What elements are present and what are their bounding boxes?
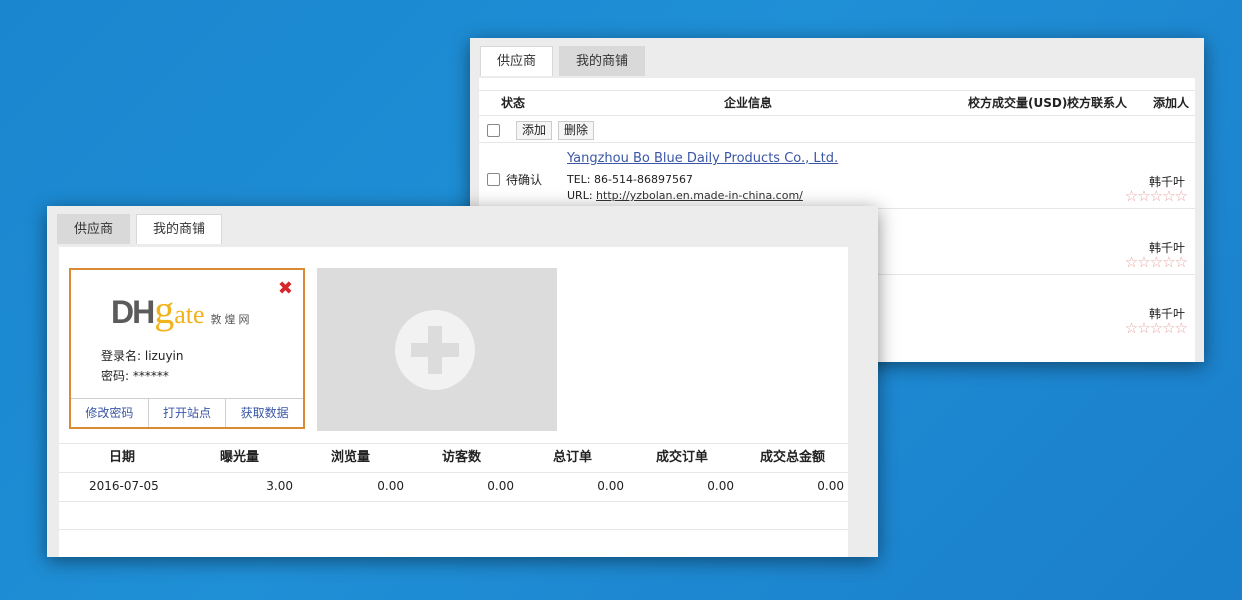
col-status: 状态 — [501, 96, 526, 110]
row-status: 待确认 — [487, 171, 542, 188]
col-company-info: 企业信息 — [724, 96, 773, 110]
logo-g: g — [154, 287, 175, 332]
url-label: URL: — [567, 189, 593, 202]
tab-supplier[interactable]: 供应商 — [57, 214, 131, 244]
company-tel: TEL: 86-514-86897567 — [567, 173, 693, 186]
close-icon[interactable]: ✖ — [278, 278, 293, 299]
plus-icon — [395, 310, 475, 390]
tab-bar: 供应商 我的商铺 — [470, 38, 1204, 78]
empty-row — [59, 501, 848, 530]
tab-my-shop[interactable]: 我的商铺 — [136, 214, 223, 244]
cell-deal-orders: 0.00 — [707, 479, 734, 493]
password-label: 密码: — [101, 369, 130, 383]
col-deal-amount: 成交总金额 — [760, 450, 826, 465]
rating-stars[interactable]: ☆☆☆☆☆ — [1125, 253, 1188, 271]
my-shop-window: 供应商 我的商铺 DH g ate 敦煌网 ✖ 登录名: lizuyin 密码:… — [47, 206, 878, 557]
cell-views: 0.00 — [377, 479, 404, 493]
col-adder: 添加人 — [1153, 96, 1190, 110]
fetch-data-button[interactable]: 获取数据 — [226, 399, 303, 427]
table-row: 2016-07-05 3.00 0.00 0.00 0.00 0.00 0.00 — [59, 473, 848, 502]
add-shop-tile[interactable] — [317, 268, 557, 431]
logo-cn: 敦煌网 — [210, 313, 253, 326]
tel-label: TEL: — [567, 173, 591, 186]
logo-dh: DH — [111, 294, 155, 330]
cell-exposure: 3.00 — [266, 479, 293, 493]
col-date: 日期 — [109, 450, 136, 465]
rating-stars[interactable]: ☆☆☆☆☆ — [1125, 187, 1188, 205]
table-header: 状态 企业信息 校方成交量(USD) 校方联系人 添加人 — [479, 90, 1195, 116]
dhgate-logo: DH g ate 敦煌网 — [111, 286, 253, 333]
table-row: 待确认 Yangzhou Bo Blue Daily Products Co.,… — [479, 142, 1195, 209]
add-button[interactable]: 添加 — [516, 120, 553, 140]
company-url: URL: http://yzbolan.en.made-in-china.com… — [567, 189, 803, 202]
password-value: ****** — [132, 369, 169, 383]
shop-panel: DH g ate 敦煌网 ✖ 登录名: lizuyin 密码: ****** 修… — [59, 247, 848, 557]
company-name-link[interactable]: Yangzhou Bo Blue Daily Products Co., Ltd… — [567, 151, 838, 166]
tab-my-shop[interactable]: 我的商铺 — [559, 46, 646, 76]
col-total-orders: 总订单 — [553, 450, 593, 465]
open-site-button[interactable]: 打开站点 — [149, 399, 227, 427]
tel-value: 86-514-86897567 — [594, 173, 693, 186]
login-label: 登录名: — [101, 349, 142, 363]
col-visitors: 访客数 — [442, 450, 482, 465]
cell-deal-amount: 0.00 — [817, 479, 844, 493]
cell-visitors: 0.00 — [487, 479, 514, 493]
row-checkbox[interactable] — [487, 173, 500, 186]
status-text: 待确认 — [506, 173, 543, 187]
col-volume: 校方成交量(USD) — [968, 96, 1068, 110]
action-bar: 添加 删除 — [487, 120, 595, 140]
shop-account-card: DH g ate 敦煌网 ✖ 登录名: lizuyin 密码: ****** 修… — [69, 268, 305, 429]
login-value: lizuyin — [144, 349, 184, 363]
card-actions: 修改密码 打开站点 获取数据 — [71, 398, 303, 427]
change-password-button[interactable]: 修改密码 — [71, 399, 149, 427]
col-deal-orders: 成交订单 — [656, 450, 709, 465]
login-name-line: 登录名: lizuyin — [101, 347, 184, 364]
cell-total-orders: 0.00 — [597, 479, 624, 493]
col-views: 浏览量 — [331, 450, 371, 465]
tab-supplier[interactable]: 供应商 — [480, 46, 554, 76]
password-line: 密码: ****** — [101, 367, 169, 384]
delete-button[interactable]: 删除 — [558, 120, 595, 140]
tab-bar: 供应商 我的商铺 — [47, 206, 878, 246]
cell-date: 2016-07-05 — [89, 479, 159, 493]
url-link[interactable]: http://yzbolan.en.made-in-china.com/ — [596, 189, 803, 202]
col-contact: 校方联系人 — [1067, 96, 1128, 110]
select-all-checkbox[interactable] — [487, 123, 500, 137]
stats-header: 日期 曝光量 浏览量 访客数 总订单 成交订单 成交总金额 — [59, 443, 848, 473]
logo-ate: ate — [174, 300, 205, 329]
col-exposure: 曝光量 — [220, 450, 260, 465]
rating-stars[interactable]: ☆☆☆☆☆ — [1125, 319, 1188, 337]
